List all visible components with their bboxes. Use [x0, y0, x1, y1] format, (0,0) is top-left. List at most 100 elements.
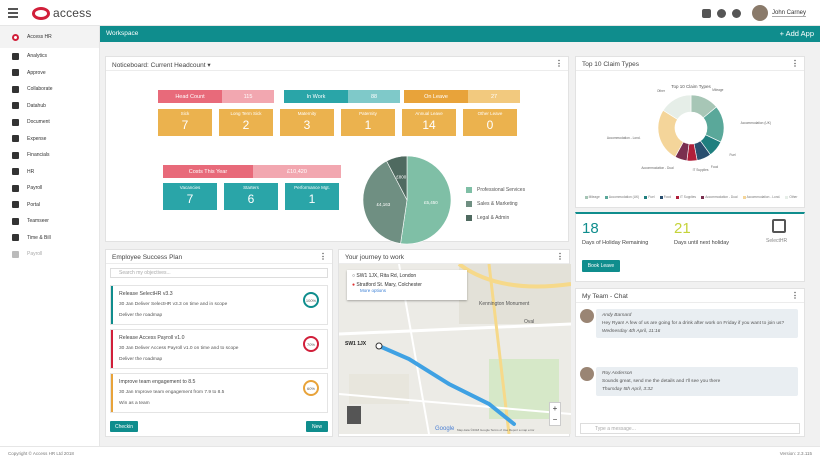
- claims-slice-label: Food: [710, 164, 719, 169]
- leave-tile-value: 14: [422, 118, 436, 132]
- legend-swatch: [785, 195, 789, 199]
- claims-legend-item[interactable]: IT Supplies: [676, 195, 696, 199]
- holiday-remaining-label: Days of Holiday Remaining: [582, 240, 649, 246]
- claims-legend-item[interactable]: Other: [785, 195, 797, 199]
- legend-label: Accommodation (UK): [608, 195, 640, 199]
- esp-title: Employee Success Plan: [112, 254, 183, 261]
- sidebar-item-collaborate[interactable]: Collaborate: [0, 81, 99, 98]
- chat-author: Andy Barnard: [602, 313, 632, 318]
- card-icon: [12, 135, 19, 143]
- sidebar-item-teamseer[interactable]: Teamseer: [0, 213, 99, 230]
- in-work-label: In Work: [284, 90, 348, 103]
- chat-message: Andy Barnard Hey Ryan! A few of us are go…: [596, 309, 798, 338]
- journey-header: Your journey to work ⋮: [339, 250, 569, 264]
- sidebar-item-document[interactable]: Document: [0, 114, 99, 131]
- claims-legend-item[interactable]: Accommodation - Dual: [701, 195, 737, 199]
- legend-label: IT Supplies: [680, 195, 697, 199]
- sidebar-item-analytics[interactable]: Analytics: [0, 48, 99, 65]
- zoom-controls[interactable]: + −: [549, 402, 561, 426]
- legend-label: Other: [789, 195, 798, 199]
- legend-label: Accommodation - Dual: [705, 195, 738, 199]
- financials-icon: [12, 151, 19, 159]
- people-icon[interactable]: [702, 9, 711, 18]
- leave-tile-maternity[interactable]: Maternity 3: [280, 109, 334, 136]
- sidebar-item-portal[interactable]: Portal: [0, 197, 99, 214]
- book-leave-button[interactable]: Book Leave: [582, 260, 620, 272]
- leave-tile-value: 3: [303, 118, 311, 132]
- leave-tile-sick[interactable]: Sick 7: [158, 109, 212, 136]
- help-icon[interactable]: [732, 9, 741, 18]
- add-app-button[interactable]: + Add App: [780, 29, 814, 38]
- sidebar-item-financials[interactable]: Financials: [0, 147, 99, 164]
- chat-message: Roy Anderson Sounds great, send me the de…: [596, 367, 798, 396]
- chat-title: My Team - Chat: [582, 293, 628, 300]
- leave-tile-annual-leave[interactable]: Annual Leave 14: [402, 109, 456, 136]
- sidebar-item-payroll[interactable]: Payroll: [0, 246, 99, 263]
- sidebar-item-label: Collaborate: [27, 86, 53, 93]
- user-menu[interactable]: John Carney: [752, 5, 807, 21]
- leave-tile-value: 7: [181, 118, 189, 132]
- globe-icon[interactable]: [717, 9, 726, 18]
- more-options-link[interactable]: More options: [360, 288, 462, 293]
- logo-text: access: [53, 6, 92, 20]
- sidebar-item-hr[interactable]: HR: [0, 164, 99, 181]
- objective-card[interactable]: Improve team engagement to 8.5 30 Jan Imp…: [110, 373, 328, 413]
- hamburger-menu-icon[interactable]: [8, 8, 18, 18]
- panel-menu-icon[interactable]: ⋮: [556, 252, 564, 261]
- workspace-title: Workspace: [106, 30, 139, 37]
- sidebar-item-label: Payroll: [27, 251, 43, 258]
- sidebar-item-payroll[interactable]: Payroll: [0, 180, 99, 197]
- sidebar-item-datahub[interactable]: Datahub: [0, 98, 99, 115]
- route-map[interactable]: ○ SW1 1JX, Rita Rd, London ● Stratford S…: [339, 264, 571, 434]
- sidebar-item-label: Datahub: [27, 102, 46, 109]
- next-holiday-value: 21: [674, 220, 691, 237]
- new-objective-button[interactable]: New: [306, 421, 328, 432]
- claims-legend-item[interactable]: Fuel: [644, 195, 655, 199]
- noticeboard-header[interactable]: Noticeboard: Current Headcount ▾ ⋮: [106, 57, 568, 71]
- copyright: Copyright © Access HR Ltd 2018: [8, 451, 74, 456]
- chat-text: Hey Ryan! A few of us are going for a dr…: [602, 321, 785, 326]
- chat-date: Wednesday 4th April, 11:16: [602, 329, 661, 334]
- sidebar-item-label: Time & Bill: [27, 234, 51, 241]
- objective-search-input[interactable]: Search my objectives...: [110, 268, 328, 278]
- legend-swatch: [644, 195, 648, 199]
- claims-legend-item[interactable]: Accommodation - Lond.: [742, 195, 780, 199]
- payroll-icon: [12, 184, 19, 192]
- directions-box[interactable]: ○ SW1 1JX, Rita Rd, London ● Stratford S…: [347, 270, 467, 300]
- objective-sub: Win as a team: [119, 401, 150, 406]
- claims-donut-chart: [657, 94, 725, 162]
- movement-tile-performance-mgt[interactable]: Performance Mgt. 1: [285, 183, 339, 210]
- movement-tile-vacancies[interactable]: Vacancies 7: [163, 183, 217, 210]
- sidebar-item-label: Access HR: [27, 34, 52, 40]
- sidebar-item-time-bill[interactable]: Time & Bill: [0, 230, 99, 247]
- leave-tile-other-leave[interactable]: Other Leave 0: [463, 109, 517, 136]
- panel-menu-icon[interactable]: ⋮: [319, 252, 327, 261]
- sidebar-item-expense[interactable]: Expense: [0, 131, 99, 148]
- selecthr-label: SelectHR: [766, 238, 788, 244]
- costs-value: £10,420: [253, 165, 341, 178]
- claims-slice-label: IT Supplies: [692, 167, 709, 172]
- panel-menu-icon[interactable]: ⋮: [791, 59, 799, 68]
- movement-tile-starters[interactable]: Starters 6: [224, 183, 278, 210]
- chat-message-input[interactable]: Type a message...: [580, 423, 800, 434]
- journey-panel: Your journey to work ⋮ ○ SW1 1JX, Rita R…: [338, 249, 571, 437]
- checkin-button[interactable]: Checkin: [110, 421, 138, 432]
- claims-slice-label: Accommodation - Lond.: [606, 136, 641, 141]
- movement-tile-label: Vacancies: [179, 185, 201, 190]
- panel-menu-icon[interactable]: ⋮: [555, 59, 563, 68]
- claims-legend-item[interactable]: Food: [659, 195, 671, 199]
- objective-card[interactable]: Release Access Payroll v1.0 30 Jan Delive…: [110, 329, 328, 369]
- sidebar-item-approve[interactable]: Approve: [0, 65, 99, 82]
- claims-legend-item[interactable]: Mileage: [584, 195, 600, 199]
- payroll-icon: [12, 250, 19, 258]
- panel-menu-icon[interactable]: ⋮: [791, 291, 799, 300]
- sidebar-item-access-hr[interactable]: Access HR: [0, 26, 99, 48]
- calendar-icon: [12, 217, 19, 225]
- claims-legend-item[interactable]: Accommodation (UK): [604, 195, 640, 199]
- workspace-bar: Workspace + Add App: [100, 26, 820, 42]
- objective-card[interactable]: Release SelectHR v3.3 30 Jan Deliver Sele…: [110, 285, 328, 325]
- leave-tile-paternity[interactable]: Paternity 1: [341, 109, 395, 136]
- leave-tile-long-term-sick[interactable]: Long Term Sick 2: [219, 109, 273, 136]
- map-thumbnail[interactable]: [347, 406, 361, 424]
- access-logo[interactable]: access: [32, 6, 92, 20]
